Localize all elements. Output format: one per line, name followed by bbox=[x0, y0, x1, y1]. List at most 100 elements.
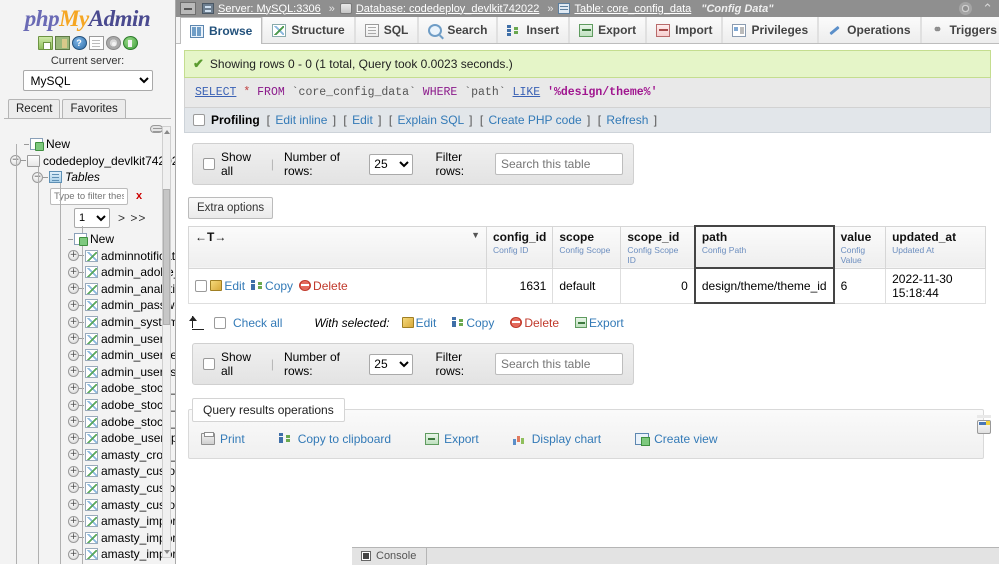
profiling-link-edit[interactable]: Edit bbox=[352, 113, 373, 127]
tree-page-select[interactable]: 1 bbox=[74, 208, 110, 228]
scroll-down-icon[interactable] bbox=[164, 550, 170, 554]
tab-privileges[interactable]: Privileges bbox=[722, 17, 818, 43]
expand-toggle-icon[interactable]: + bbox=[68, 283, 79, 294]
sort-handle-header[interactable]: ←T→ ▼ bbox=[189, 226, 487, 268]
breadcrumb-server[interactable]: Server: MySQL:3306 bbox=[218, 3, 321, 15]
profiling-link-edit-inline[interactable]: Edit inline bbox=[275, 113, 327, 127]
tab-insert[interactable]: Insert bbox=[497, 17, 569, 43]
cell-config_id[interactable]: 1631 bbox=[487, 268, 553, 303]
tree-item-table[interactable]: +adobe_user_profile bbox=[4, 430, 175, 447]
scroll-up-icon[interactable] bbox=[164, 130, 170, 134]
expand-toggle-icon[interactable]: + bbox=[68, 383, 79, 394]
select-arrow-icon[interactable] bbox=[188, 316, 204, 330]
expand-toggle-icon[interactable]: + bbox=[68, 366, 79, 377]
expand-toggle-icon[interactable]: + bbox=[68, 350, 79, 361]
tree-next-page-button[interactable]: > >> bbox=[118, 211, 146, 225]
number-of-rows-select-bottom[interactable]: 25 bbox=[369, 354, 413, 375]
help-icon[interactable]: ? bbox=[72, 36, 87, 50]
tab-sql[interactable]: SQL bbox=[355, 17, 419, 43]
operation-create-view-button[interactable]: Create view bbox=[635, 432, 717, 446]
home-icon[interactable] bbox=[38, 36, 53, 50]
tree-item-table[interactable]: +admin_user bbox=[4, 330, 175, 347]
chevron-down-icon[interactable]: ▼ bbox=[471, 230, 480, 240]
expand-toggle-icon[interactable]: + bbox=[68, 416, 79, 427]
operation-display-chart-button[interactable]: Display chart bbox=[513, 432, 601, 446]
tree-item-table[interactable]: +admin_user_session bbox=[4, 364, 175, 381]
tab-browse[interactable]: Browse bbox=[180, 17, 262, 44]
expand-toggle-icon[interactable]: + bbox=[68, 549, 79, 560]
settings-icon[interactable] bbox=[106, 36, 121, 50]
delete-row-button[interactable]: Delete bbox=[299, 279, 348, 293]
tab-operations[interactable]: Operations bbox=[818, 17, 920, 43]
tree-item-table[interactable]: +amasty_customer_import bbox=[4, 463, 175, 480]
tree-item-table[interactable]: +amasty_import_file_upload bbox=[4, 546, 175, 563]
column-header-updated_at[interactable]: updated_atUpdated At bbox=[886, 226, 986, 268]
tree-item-table[interactable]: +adminnotification_inbox bbox=[4, 247, 175, 264]
expand-toggle-icon[interactable]: + bbox=[68, 250, 79, 261]
floating-window-widget[interactable] bbox=[977, 420, 991, 434]
tree-item-table[interactable]: +admin_adobe_ims_webapi_key bbox=[4, 264, 175, 281]
profiling-link-refresh[interactable]: Refresh bbox=[606, 113, 648, 127]
tree-item-database[interactable]: − codedeploy_devlkit742022 bbox=[4, 153, 175, 170]
expand-toggle-icon[interactable]: + bbox=[68, 466, 79, 477]
collapse-navigation-icon[interactable] bbox=[180, 2, 196, 15]
expand-toggle-icon[interactable]: + bbox=[68, 482, 79, 493]
column-header-scope_id[interactable]: scope_idConfig Scope ID bbox=[621, 226, 695, 268]
collapse-bar-icon[interactable]: ⌃ bbox=[982, 1, 993, 17]
expand-toggle-icon[interactable]: + bbox=[68, 300, 79, 311]
cell-updated_at[interactable]: 2022-11-30 15:18:44 bbox=[886, 268, 986, 303]
tree-item-table[interactable]: +amasty_import_batch bbox=[4, 513, 175, 530]
expand-toggle-icon[interactable]: + bbox=[68, 267, 79, 278]
show-all-checkbox-bottom[interactable] bbox=[203, 358, 215, 370]
cell-scope[interactable]: default bbox=[553, 268, 621, 303]
cell-path[interactable]: design/theme/theme_id bbox=[695, 268, 834, 303]
cell-value[interactable]: 6 bbox=[834, 268, 886, 303]
tab-favorites[interactable]: Favorites bbox=[62, 99, 125, 118]
profiling-checkbox[interactable] bbox=[193, 114, 205, 126]
tree-item-table[interactable]: +amasty_import_cron_job bbox=[4, 529, 175, 546]
with-selected-delete-button[interactable]: Delete bbox=[510, 316, 559, 330]
expand-toggle-icon[interactable]: + bbox=[68, 400, 79, 411]
gear-icon[interactable] bbox=[959, 2, 972, 15]
expand-toggle-icon[interactable]: + bbox=[68, 449, 79, 460]
number-of-rows-select-top[interactable]: 25 bbox=[369, 154, 413, 175]
tree-item-table[interactable]: +amasty_customform_answer bbox=[4, 480, 175, 497]
profiling-link-explain-sql[interactable]: Explain SQL bbox=[398, 113, 464, 127]
tab-search[interactable]: Search bbox=[418, 17, 497, 43]
tree-item-table[interactable]: +admin_system_messages bbox=[4, 314, 175, 331]
cell-scope_id[interactable]: 0 bbox=[621, 268, 695, 303]
tab-export[interactable]: Export bbox=[569, 17, 646, 43]
console-toggle[interactable]: Console bbox=[352, 548, 427, 565]
expand-toggle-icon[interactable]: + bbox=[68, 333, 79, 344]
expand-toggle-icon[interactable]: + bbox=[68, 532, 79, 543]
column-header-value[interactable]: valueConfig Value bbox=[834, 226, 886, 268]
profiling-link-create-php-code[interactable]: Create PHP code bbox=[489, 113, 582, 127]
tree-item-table[interactable]: +admin_analytics_usage_version bbox=[4, 281, 175, 298]
tree-item-table[interactable]: +adobe_stock_creator bbox=[4, 413, 175, 430]
breadcrumb-database[interactable]: Database: codedeploy_devlkit742022 bbox=[356, 3, 539, 15]
tree-item-table[interactable]: +admin_passwords bbox=[4, 297, 175, 314]
documentation-icon[interactable] bbox=[89, 36, 104, 50]
tree-item-new-database[interactable]: New bbox=[4, 136, 175, 153]
check-all-checkbox[interactable] bbox=[214, 317, 226, 329]
tree-filter-input[interactable] bbox=[50, 188, 128, 205]
operation-copy-to-clipboard-button[interactable]: Copy to clipboard bbox=[279, 432, 391, 446]
show-all-checkbox-top[interactable] bbox=[203, 158, 215, 170]
with-selected-copy-button[interactable]: Copy bbox=[452, 316, 494, 330]
tree-item-table[interactable]: +amasty_cron_schedule bbox=[4, 447, 175, 464]
tree-item-table[interactable]: +adobe_stock_category bbox=[4, 397, 175, 414]
tree-item-table[interactable]: +amasty_customform_form bbox=[4, 496, 175, 513]
sidebar-scrollbar[interactable] bbox=[162, 126, 171, 558]
tree-item-table[interactable]: +adobe_stock_asset bbox=[4, 380, 175, 397]
expand-toggle-icon[interactable]: + bbox=[68, 499, 79, 510]
row-checkbox[interactable] bbox=[195, 280, 207, 292]
logout-icon[interactable] bbox=[55, 36, 70, 50]
with-selected-edit-button[interactable]: Edit bbox=[402, 316, 437, 330]
copy-row-button[interactable]: Copy bbox=[251, 279, 293, 293]
operation-export-button[interactable]: Export bbox=[425, 432, 479, 446]
expand-toggle-icon[interactable]: + bbox=[68, 317, 79, 328]
extra-options-button[interactable]: Extra options bbox=[188, 197, 273, 219]
phpmyadmin-logo[interactable]: phpMyAdmin bbox=[0, 0, 175, 34]
tab-recent[interactable]: Recent bbox=[8, 99, 60, 118]
server-select[interactable]: MySQL bbox=[23, 70, 153, 91]
